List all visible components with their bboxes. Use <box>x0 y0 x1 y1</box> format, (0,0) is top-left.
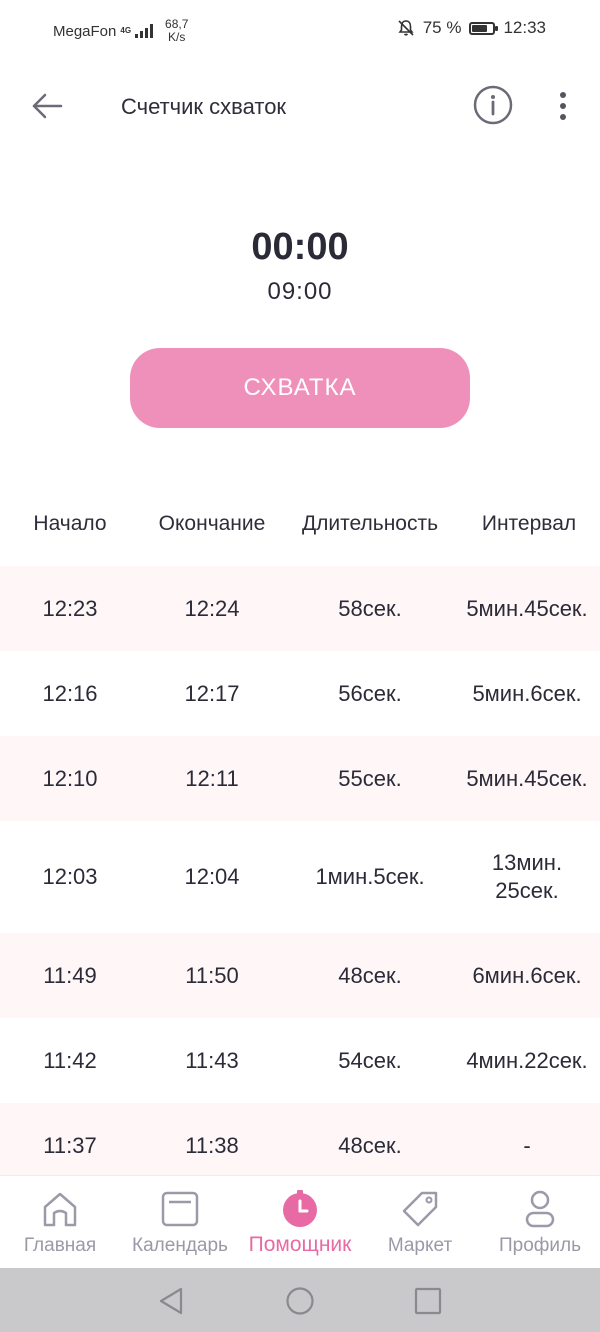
table-row: 12:23 12:24 58сек. 5мин.45сек. <box>0 566 600 651</box>
battery-percent: 75 % <box>422 18 462 37</box>
nav-item-profile[interactable]: Профиль <box>480 1176 600 1269</box>
more-vertical-icon[interactable] <box>552 88 574 124</box>
cell-start: 12:03 <box>42 864 98 889</box>
nav-item-home[interactable]: Главная <box>0 1176 120 1269</box>
cell-start: 11:49 <box>43 962 97 988</box>
back-triangle-icon[interactable] <box>156 1286 186 1316</box>
cell-interval: 13мин. 25сек. <box>454 821 600 933</box>
nav-item-calendar[interactable]: Календарь <box>120 1176 240 1269</box>
bottom-navigation: Главная Календарь Помощник Маркет Профил… <box>0 1175 600 1269</box>
cell-interval: 5мин.45сек. <box>466 595 588 621</box>
cell-start: 12:10 <box>42 765 98 791</box>
home-icon <box>43 1192 77 1227</box>
cell-interval: 4мин.22сек. <box>466 1047 588 1073</box>
nav-label: Маркет <box>387 1235 453 1256</box>
cell-end: 12:11 <box>185 765 239 791</box>
calendar-icon <box>161 1191 199 1227</box>
network-type: 4G <box>120 27 131 35</box>
table-row: 12:03 12:04 1мин.5сек. 13мин. 25сек. <box>0 821 600 933</box>
info-icon[interactable] <box>472 84 514 126</box>
column-duration: Длительность <box>301 512 439 535</box>
system-navigation-bar <box>0 1268 600 1332</box>
cell-interval: 5мин.6сек. <box>472 680 582 706</box>
cell-interval: 5мин.45сек. <box>466 765 588 791</box>
battery-icon <box>469 21 499 35</box>
cell-end: 12:04 <box>184 864 240 889</box>
cell-end: 11:43 <box>185 1047 239 1073</box>
cell-duration: 58сек. <box>338 595 402 621</box>
network-label: 4G <box>120 26 132 35</box>
cell-end: 11:50 <box>185 962 239 988</box>
profile-icon <box>525 1190 555 1228</box>
cell-start: 11:42 <box>43 1047 97 1073</box>
cell-end: 12:24 <box>184 595 240 621</box>
cell-start: 12:16 <box>42 680 98 706</box>
bell-off-icon <box>398 20 414 36</box>
home-circle-icon[interactable] <box>285 1286 315 1316</box>
table-row: 12:10 12:11 55сек. 5мин.45сек. <box>0 736 600 821</box>
speed-unit: K/s <box>168 30 186 44</box>
network-speed: 68,7 K/s <box>165 18 188 44</box>
signal-icon <box>135 24 154 38</box>
status-left: MegaFon 4G 68,7 K/s <box>53 18 188 44</box>
status-time: 12:33 <box>503 18 546 37</box>
timer-elapsed: 09:00 <box>267 278 333 305</box>
cell-start: 12:23 <box>42 595 98 621</box>
nav-item-market[interactable]: Маркет <box>360 1176 480 1269</box>
arrow-left-icon[interactable] <box>28 88 68 124</box>
status-bar: MegaFon 4G 68,7 K/s 75 % 12:33 <box>0 0 600 58</box>
table-row: 11:49 11:50 48сек. 6мин.6сек. <box>0 933 600 1018</box>
cell-duration: 55сек. <box>338 765 402 791</box>
column-end: Окончание <box>158 512 266 535</box>
app-header: Счетчик схваток <box>0 70 600 142</box>
nav-label: Главная <box>23 1235 97 1256</box>
recents-square-icon[interactable] <box>413 1286 443 1316</box>
battery-fill <box>472 24 488 32</box>
contraction-button[interactable]: СХВАТКА <box>130 348 470 428</box>
page-title: Счетчик схваток <box>121 94 287 119</box>
table-row: 11:42 11:43 54сек. 4мин.22сек. <box>0 1018 600 1103</box>
table-row: 12:16 12:17 56сек. 5мин.6сек. <box>0 651 600 736</box>
timer-current: 00:00 <box>251 226 349 268</box>
nav-label: Профиль <box>498 1235 582 1256</box>
stopwatch-icon <box>283 1190 317 1227</box>
cell-end: 12:17 <box>184 680 240 706</box>
cell-interval: 6мин.6сек. <box>472 962 582 988</box>
tag-icon <box>402 1191 438 1227</box>
nav-label: Календарь <box>132 1235 228 1256</box>
cell-duration: 56сек. <box>338 680 402 706</box>
cell-duration: 54сек. <box>338 1047 402 1073</box>
contraction-list: 12:23 12:24 58сек. 5мин.45сек. 12:16 12:… <box>0 566 600 1188</box>
status-right: 75 % 12:33 <box>397 18 546 38</box>
nav-item-assistant[interactable]: Помощник <box>240 1176 360 1269</box>
column-interval: Интервал <box>481 512 577 535</box>
table-header: Начало Окончание Длительность Интервал <box>0 500 600 550</box>
cell-duration: 48сек. <box>338 962 402 988</box>
nav-label: Помощник <box>248 1233 352 1256</box>
carrier-name: MegaFon <box>53 22 117 40</box>
interval-line-2: 25сек. <box>495 878 559 903</box>
cell-duration: 1мин.5сек. <box>315 864 425 889</box>
interval-line-1: 13мин. <box>491 850 563 875</box>
column-start: Начало <box>33 512 107 535</box>
